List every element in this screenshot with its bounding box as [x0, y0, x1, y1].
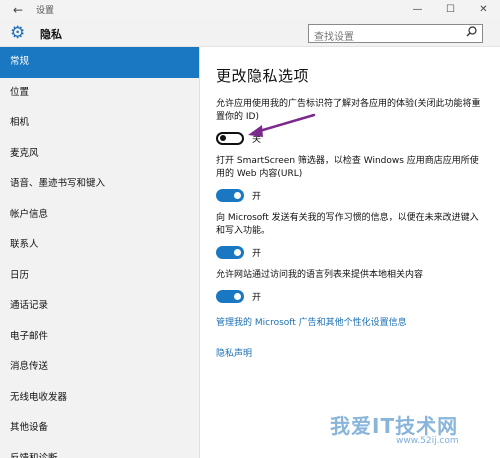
sidebar-item-radios[interactable]: 无线电收发器 — [0, 383, 199, 414]
setting-advertising-id: 允许应用使用我的广告标识符了解对各应用的体验(关闭此功能将重置你的 ID) 关 — [216, 98, 486, 149]
search-input[interactable] — [309, 29, 459, 46]
toggle-row: 开 — [216, 285, 486, 307]
toggle-row: 关 — [216, 113, 486, 149]
writing-info-toggle[interactable] — [216, 245, 244, 259]
advertising-id-toggle[interactable] — [216, 131, 244, 145]
sidebar-item-speech-inking[interactable]: 语音、墨迹书写和键入 — [0, 169, 199, 200]
sidebar-item-calendar[interactable]: 日历 — [0, 261, 199, 292]
sidebar-item-microphone[interactable]: 麦克风 — [0, 139, 199, 170]
setting-language-list: 允许网站通过访问我的语言列表来提供本地相关内容 开 — [216, 269, 486, 307]
manage-ads-link[interactable]: 管理我的 Microsoft 广告和其他个性化设置信息 — [216, 315, 486, 328]
watermark-url: www.52ij.com — [396, 436, 459, 446]
setting-smartscreen: 打开 SmartScreen 筛选器，以检查 Windows 应用商店应用所使用… — [216, 155, 486, 206]
annotation-arrow-icon — [248, 113, 316, 137]
sidebar-item-email[interactable]: 电子邮件 — [0, 322, 199, 353]
watermark-text: 我爱IT技术网 — [330, 414, 459, 438]
sidebar-item-account-info[interactable]: 帐户信息 — [0, 200, 199, 231]
toggle-row: 开 — [216, 184, 486, 206]
toggle-state-label: 开 — [252, 292, 262, 303]
search-box[interactable] — [308, 24, 483, 46]
privacy-statement-link[interactable]: 隐私声明 — [216, 346, 486, 359]
language-list-toggle[interactable] — [216, 289, 244, 303]
close-button[interactable]: ✕ — [467, 0, 500, 19]
setting-description: 向 Microsoft 发送有关我的写作习惯的信息，以便在未来改进键入和写入功能… — [216, 213, 479, 236]
search-icon[interactable] — [466, 26, 477, 40]
setting-description: 打开 SmartScreen 筛选器，以检查 Windows 应用商店应用所使用… — [216, 156, 479, 179]
gear-icon: ⚙ — [10, 23, 26, 43]
window-title: 设置 — [36, 6, 55, 16]
window-titlebar: ← 设置 — ☐ ✕ — [0, 0, 500, 19]
back-arrow-icon[interactable]: ← — [0, 3, 36, 17]
setting-writing-info: 向 Microsoft 发送有关我的写作习惯的信息，以便在未来改进键入和写入功能… — [216, 212, 486, 263]
section-title: 更改隐私选项 — [216, 67, 310, 85]
window-controls: — ☐ ✕ — [401, 0, 500, 19]
toggle-row: 开 — [216, 241, 486, 263]
sidebar-item-other-devices[interactable]: 其他设备 — [0, 413, 199, 444]
sidebar: 常规 位置 相机 麦克风 语音、墨迹书写和键入 帐户信息 联系人 日历 通话记录… — [0, 47, 200, 458]
sidebar-item-contacts[interactable]: 联系人 — [0, 230, 199, 261]
sidebar-item-feedback[interactable]: 反馈和诊断 — [0, 444, 199, 458]
sidebar-item-general[interactable]: 常规 — [0, 47, 199, 78]
page-title: 隐私 — [40, 28, 62, 41]
links-section: 管理我的 Microsoft 广告和其他个性化设置信息 隐私声明 — [216, 315, 486, 359]
settings-header: ⚙ 隐私 — [0, 19, 500, 47]
sidebar-item-messaging[interactable]: 消息传送 — [0, 352, 199, 383]
main-content: 更改隐私选项 允许应用使用我的广告标识符了解对各应用的体验(关闭此功能将重置你的… — [201, 47, 500, 458]
smartscreen-toggle[interactable] — [216, 188, 244, 202]
sidebar-item-location[interactable]: 位置 — [0, 78, 199, 109]
sidebar-item-camera[interactable]: 相机 — [0, 108, 199, 139]
toggle-state-label: 开 — [252, 191, 262, 202]
setting-description: 允许网站通过访问我的语言列表来提供本地相关内容 — [216, 270, 424, 280]
minimize-button[interactable]: — — [401, 0, 434, 19]
maximize-button[interactable]: ☐ — [434, 0, 467, 19]
sidebar-item-call-history[interactable]: 通话记录 — [0, 291, 199, 322]
toggle-state-label: 开 — [252, 248, 262, 259]
